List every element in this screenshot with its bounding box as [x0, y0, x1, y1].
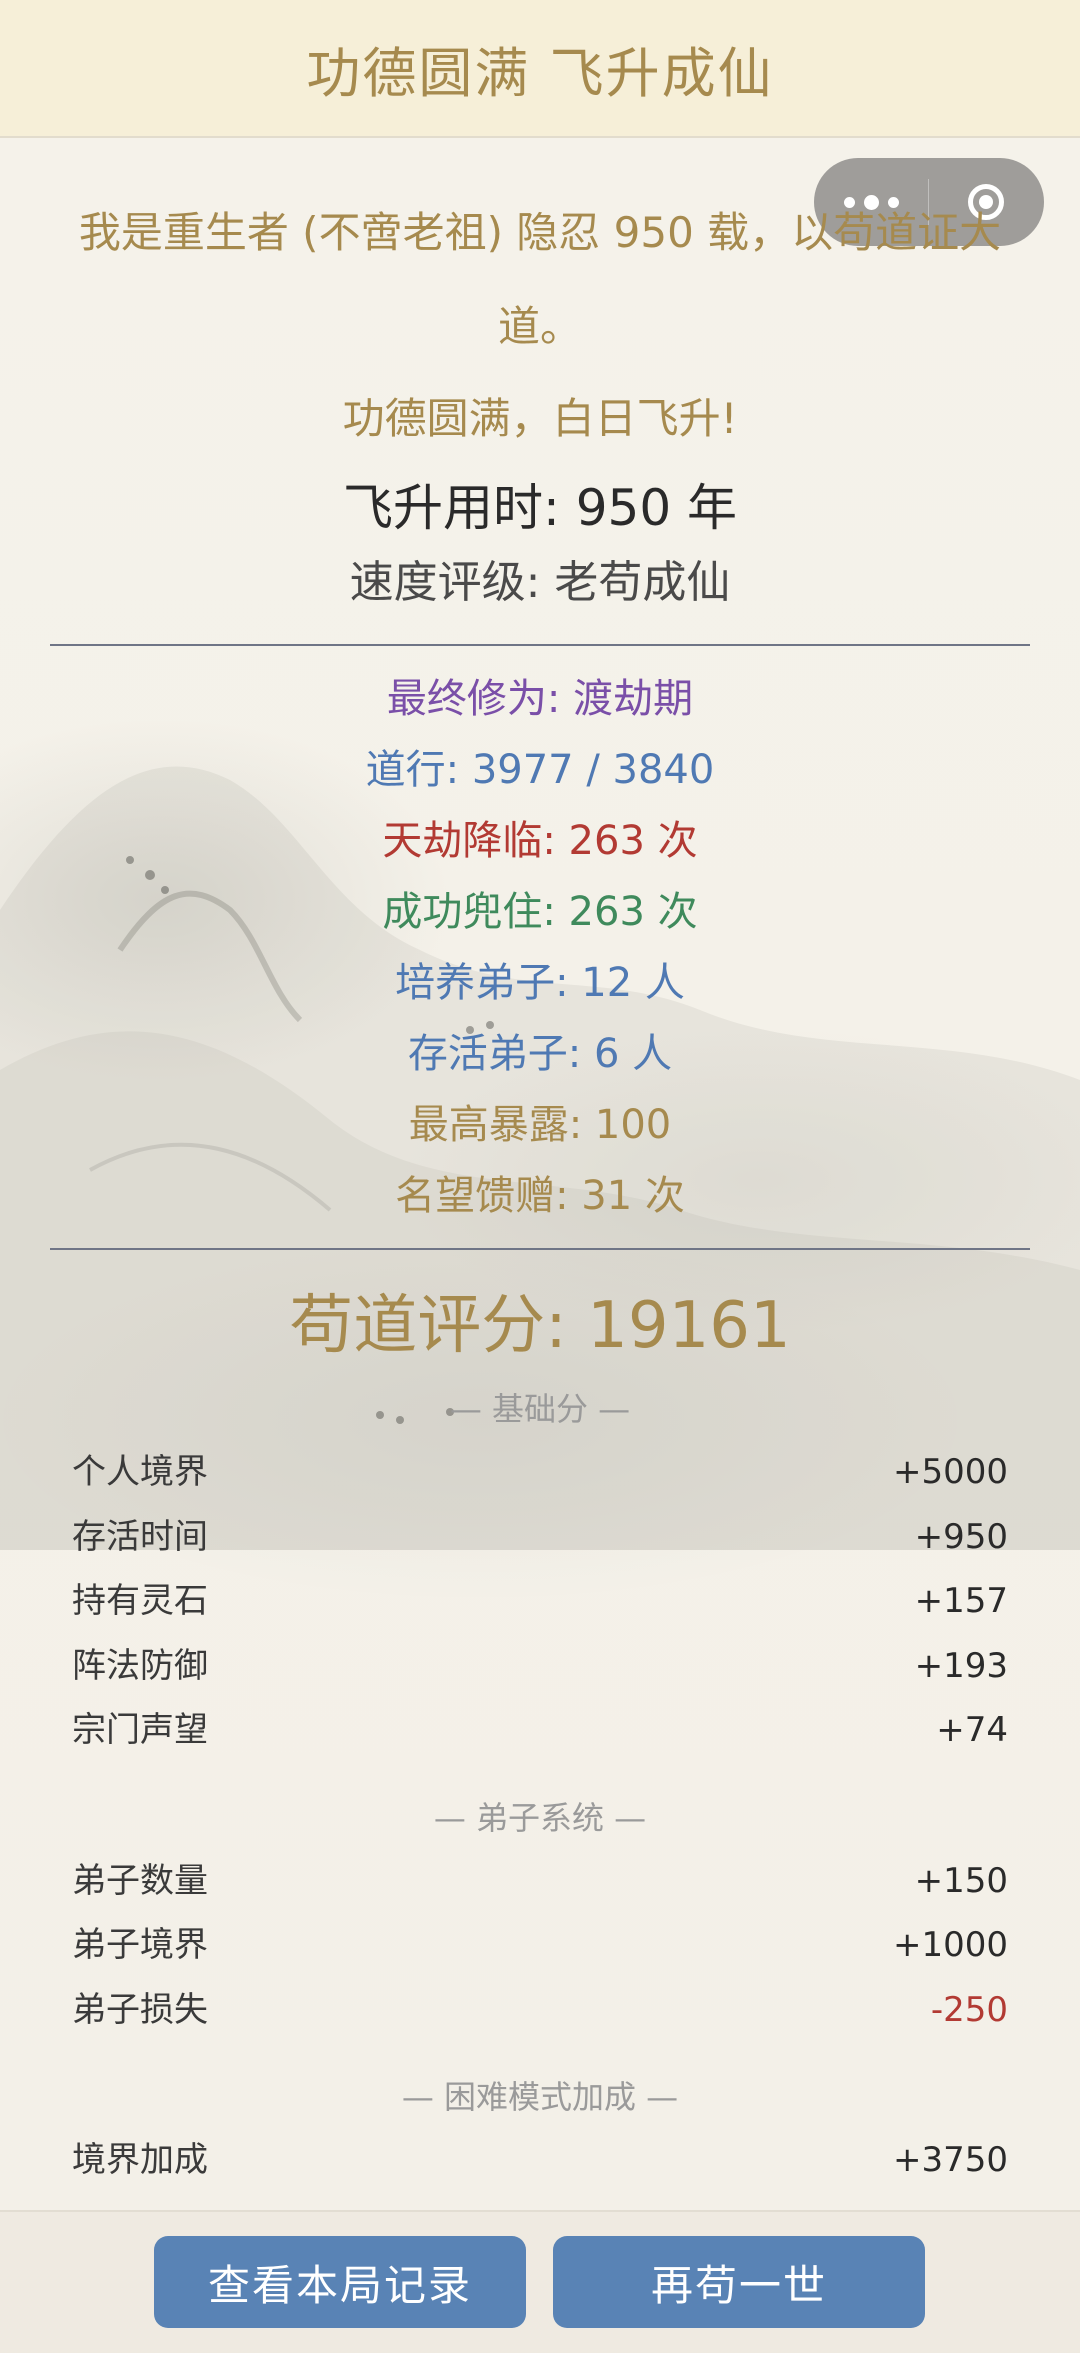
- stat-line: 天劫降临: 263 次: [382, 818, 698, 864]
- intro-text: 我是重生者 (不啻老祖) 隐忍 950 载，以苟道证大 道。: [60, 186, 1020, 374]
- ascension-subtitle: 功德圆满，白日飞升!: [342, 394, 738, 443]
- divider: [50, 1248, 1030, 1250]
- score-row: 弟子损失 -250: [72, 1978, 1008, 2043]
- section-title: — 困难模式加成 —: [401, 2078, 679, 2116]
- score-row-value: +193: [914, 1645, 1008, 1686]
- score-row-value: -250: [930, 1989, 1008, 2030]
- score-row: 阵法防御 +193: [72, 1634, 1008, 1699]
- score-row-label: 阵法防御: [72, 1645, 208, 1686]
- score-row-value: +1000: [892, 1925, 1008, 1965]
- score-breakdown: — 基础分 — 个人境界 +5000 存活时间 +950 持有灵石 +157 阵法防御 +193…: [0, 1378, 1080, 2193]
- score-row-value: +150: [914, 1860, 1008, 1901]
- score-row-value: +157: [914, 1581, 1008, 1621]
- result-content: 我是重生者 (不啻老祖) 隐忍 950 载，以苟道证大 道。 功德圆满，白日飞升…: [0, 136, 1080, 2193]
- intro-line-1: 我是重生者 (不啻老祖) 隐忍 950 载，以苟道证大: [78, 208, 1002, 257]
- score-row-value: +74: [936, 1710, 1008, 1750]
- stats-list: 最终修为: 渡劫期 道行: 3977 / 3840 天劫降临: 263 次成功兜住:…: [0, 646, 1080, 1248]
- total-score: 苟道评分: 19161: [289, 1289, 791, 1363]
- score-row-label: 存活时间: [72, 1516, 208, 1557]
- score-row-label: 弟子数量: [72, 1860, 208, 1901]
- stat-line: 成功兜住: 263 次: [382, 889, 698, 935]
- score-row-value: +950: [914, 1516, 1008, 1557]
- page-header: 功德圆满 飞升成仙: [0, 0, 1080, 138]
- score-row-label: 持有灵石: [72, 1581, 208, 1621]
- speed-rank: 速度评级: 老苟成仙: [349, 557, 731, 608]
- stat-line: 最高暴露: 100: [408, 1102, 672, 1148]
- score-row: 弟子数量 +150: [72, 1849, 1008, 1914]
- page-title: 功德圆满 飞升成仙: [306, 41, 774, 105]
- stat-line: 道行: 3977 / 3840: [365, 747, 715, 793]
- score-row-label: 弟子境界: [72, 1925, 208, 1965]
- score-row: 境界加成 +3750: [72, 2128, 1008, 2193]
- score-row: 宗门声望 +74: [72, 1698, 1008, 1763]
- score-row: 持有灵石 +157: [72, 1569, 1008, 1634]
- section-title: — 弟子系统 —: [433, 1798, 647, 1837]
- score-row-label: 宗门声望: [72, 1710, 208, 1750]
- stat-line: 培养弟子: 12 人: [395, 960, 685, 1006]
- stat-line: 存活弟子: 6 人: [407, 1031, 673, 1077]
- score-row: 弟子境界 +1000: [72, 1913, 1008, 1978]
- score-row-value: +5000: [892, 1452, 1008, 1492]
- score-row: 存活时间 +950: [72, 1505, 1008, 1570]
- ascension-time: 飞升用时: 950 年: [342, 479, 738, 537]
- score-row-value: +3750: [892, 2140, 1008, 2180]
- bottom-action-bar: 查看本局记录 再苟一世: [0, 2210, 1080, 2353]
- score-row-label: 弟子损失: [72, 1989, 208, 2030]
- stat-line: 最终修为: 渡劫期: [386, 676, 694, 722]
- view-records-button[interactable]: 查看本局记录: [154, 2236, 526, 2328]
- score-row-label: 个人境界: [72, 1452, 208, 1492]
- stat-line: 名望馈赠: 31 次: [395, 1173, 685, 1219]
- play-again-button[interactable]: 再苟一世: [553, 2236, 925, 2328]
- section-title: — 基础分 —: [449, 1390, 631, 1428]
- score-row-label: 境界加成: [72, 2140, 208, 2180]
- intro-line-2: 道。: [497, 302, 582, 351]
- score-row: 个人境界 +5000: [72, 1440, 1008, 1505]
